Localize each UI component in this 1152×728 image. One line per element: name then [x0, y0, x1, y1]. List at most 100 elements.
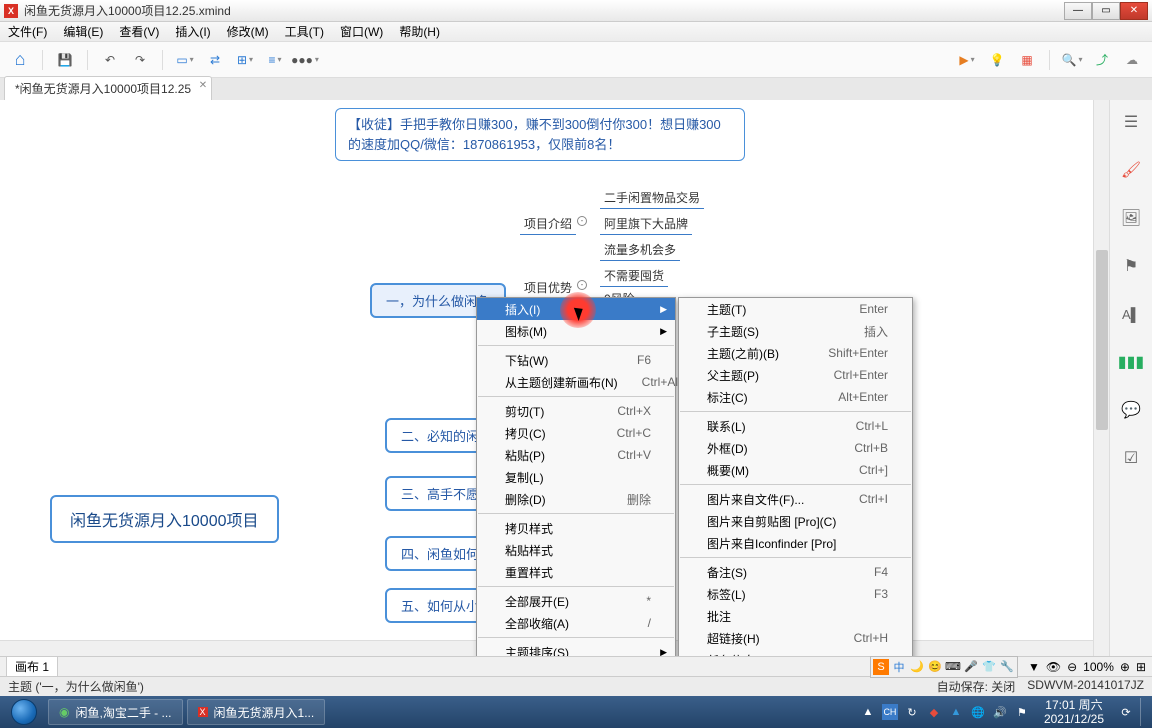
tray-flag-icon[interactable]: ⚑	[1014, 704, 1030, 720]
redo-button[interactable]: ↷	[128, 48, 152, 72]
audio-icon[interactable]: ▮▮▮	[1119, 350, 1143, 374]
zoom-out-button[interactable]: ⊖	[1067, 660, 1077, 674]
tray-app1-icon[interactable]: ◆	[926, 704, 942, 720]
boundary-button[interactable]: ≡▾	[263, 48, 287, 72]
menu-item[interactable]: 任务信息 [Pro]	[679, 649, 912, 656]
menu-item[interactable]: 重置样式	[477, 561, 675, 583]
outline-icon[interactable]: ☰	[1119, 110, 1143, 134]
menu-window[interactable]: 窗口(W)	[336, 21, 387, 42]
menu-item[interactable]: 插入(I)▶	[477, 298, 675, 320]
taskbar-item-browser[interactable]: ◉闲鱼,淘宝二手 - ...	[48, 699, 183, 725]
marker-icon[interactable]: ⚑	[1119, 254, 1143, 278]
menu-item[interactable]: 超链接(H)Ctrl+H	[679, 627, 912, 649]
menu-item[interactable]: 粘贴样式	[477, 539, 675, 561]
leaf-alibrand[interactable]: 阿里旗下大品牌	[600, 213, 692, 235]
notes-icon[interactable]: A▌	[1119, 302, 1143, 326]
tray-loop-icon[interactable]: ⟳	[1118, 704, 1134, 720]
leaf-secondhand[interactable]: 二手闲置物品交易	[600, 187, 704, 209]
menu-modify[interactable]: 修改(M)	[223, 21, 273, 42]
canvas-area[interactable]: 【收徒】手把手教你日赚300，赚不到300倒付你300！想日赚300的速度加QQ…	[0, 100, 1110, 656]
menu-item[interactable]: 图片来自文件(F)...Ctrl+I	[679, 488, 912, 510]
document-tab[interactable]: *闲鱼无货源月入10000项目12.25 ✕	[4, 76, 212, 100]
sheet-tab[interactable]: 画布 1	[6, 656, 58, 677]
menu-item[interactable]: 从主题创建新画布(N)Ctrl+Alt+T	[477, 371, 675, 393]
overview-icon[interactable]: 👁	[1046, 660, 1061, 674]
subtopic-button[interactable]: ⇄	[203, 48, 227, 72]
cloud-button[interactable]: ☁	[1120, 48, 1144, 72]
format-icon[interactable]: 🖌	[1119, 158, 1143, 182]
relationship-button[interactable]: ⊞▾	[233, 48, 257, 72]
vertical-scrollbar[interactable]	[1093, 100, 1109, 656]
menu-file[interactable]: 文件(F)	[4, 21, 51, 42]
tray-network-icon[interactable]: 🌐	[970, 704, 986, 720]
ime-moon-icon[interactable]: 🌙	[909, 659, 925, 675]
menu-help[interactable]: 帮助(H)	[395, 21, 444, 42]
ime-cn-icon[interactable]: 中	[891, 659, 907, 675]
menu-item[interactable]: 粘贴(P)Ctrl+V	[477, 444, 675, 466]
ime-tool-icon[interactable]: 🔧	[999, 659, 1015, 675]
tray-clock[interactable]: 17:01 周六 2021/12/25	[1036, 698, 1112, 727]
comments-icon[interactable]: 💬	[1119, 398, 1143, 422]
menu-item[interactable]: 剪切(T)Ctrl+X	[477, 400, 675, 422]
menu-item[interactable]: 标签(L)F3	[679, 583, 912, 605]
undo-button[interactable]: ↶	[98, 48, 122, 72]
menu-item[interactable]: 图片来自剪贴图 [Pro](C)	[679, 510, 912, 532]
menu-item[interactable]: 主题(T)Enter	[679, 298, 912, 320]
menu-item[interactable]: 主题排序(S)▶	[477, 641, 675, 656]
subnode-advantage[interactable]: 项目优势	[520, 277, 576, 299]
close-button[interactable]: ✕	[1120, 2, 1148, 20]
menu-item[interactable]: 批注	[679, 605, 912, 627]
ime-toolbar[interactable]: S 中 🌙 😊 ⌨ 🎤 👕 🔧	[870, 656, 1018, 678]
share-button[interactable]: ⤴	[1090, 48, 1114, 72]
expand-icon[interactable]: -	[577, 280, 587, 290]
show-desktop-button[interactable]	[1140, 698, 1148, 726]
tray-sync-icon[interactable]: ↻	[904, 704, 920, 720]
save-button[interactable]: 💾	[53, 48, 77, 72]
zoom-in-button[interactable]: ⊕	[1120, 660, 1130, 674]
leaf-nostock[interactable]: 不需要囤货	[600, 265, 668, 287]
more-button[interactable]: ●●●▾	[293, 48, 317, 72]
callout-box[interactable]: 【收徒】手把手教你日赚300，赚不到300倒付你300！想日赚300的速度加QQ…	[335, 108, 745, 161]
menu-insert[interactable]: 插入(I)	[171, 21, 214, 42]
expand-icon[interactable]: -	[577, 216, 587, 226]
tray-lang-icon[interactable]: CH	[882, 704, 898, 720]
menu-item[interactable]: 图片来自Iconfinder [Pro]	[679, 532, 912, 554]
menu-item[interactable]: 子主题(S)插入	[679, 320, 912, 342]
sogou-icon[interactable]: S	[873, 659, 889, 675]
menu-item[interactable]: 主题(之前)(B)Shift+Enter	[679, 342, 912, 364]
minimize-button[interactable]: —	[1064, 2, 1092, 20]
tray-app2-icon[interactable]: ▲	[948, 704, 964, 720]
topic-button[interactable]: ▭▾	[173, 48, 197, 72]
menu-item[interactable]: 拷贝样式	[477, 517, 675, 539]
menu-item[interactable]: 概要(M)Ctrl+]	[679, 459, 912, 481]
ime-keyboard-icon[interactable]: ⌨	[945, 659, 961, 675]
menu-item[interactable]: 下钻(W)F6	[477, 349, 675, 371]
ime-emoji-icon[interactable]: 😊	[927, 659, 943, 675]
presentation-button[interactable]: ▶▾	[955, 48, 979, 72]
menu-edit[interactable]: 编辑(E)	[59, 21, 107, 42]
menu-item[interactable]: 标注(C)Alt+Enter	[679, 386, 912, 408]
menu-item[interactable]: 复制(L)	[477, 466, 675, 488]
menu-item[interactable]: 删除(D)删除	[477, 488, 675, 510]
taskbar-item-xmind[interactable]: X闲鱼无货源月入1...	[187, 699, 326, 725]
tray-volume-icon[interactable]: 🔊	[992, 704, 1008, 720]
menu-item[interactable]: 图标(M)▶	[477, 320, 675, 342]
leaf-traffic[interactable]: 流量多机会多	[600, 239, 680, 261]
ime-skin-icon[interactable]: 👕	[981, 659, 997, 675]
filter-icon[interactable]: ▼	[1028, 660, 1040, 674]
tray-expand-icon[interactable]: ▲	[860, 704, 876, 720]
brainstorm-button[interactable]: 💡	[985, 48, 1009, 72]
mindmap-canvas[interactable]: 【收徒】手把手教你日赚300，赚不到300倒付你300！想日赚300的速度加QQ…	[0, 100, 1109, 656]
ime-mic-icon[interactable]: 🎤	[963, 659, 979, 675]
maximize-button[interactable]: ▭	[1092, 2, 1120, 20]
menu-item[interactable]: 全部收缩(A)/	[477, 612, 675, 634]
home-button[interactable]: ⌂	[8, 48, 32, 72]
tab-close-icon[interactable]: ✕	[199, 80, 207, 91]
gantt-button[interactable]: ▦	[1015, 48, 1039, 72]
root-node[interactable]: 闲鱼无货源月入10000项目	[50, 495, 279, 543]
menu-view[interactable]: 查看(V)	[115, 21, 163, 42]
menu-item[interactable]: 联系(L)Ctrl+L	[679, 415, 912, 437]
start-button[interactable]	[4, 698, 44, 726]
menu-tools[interactable]: 工具(T)	[281, 21, 328, 42]
task-icon[interactable]: ☑	[1119, 446, 1143, 470]
